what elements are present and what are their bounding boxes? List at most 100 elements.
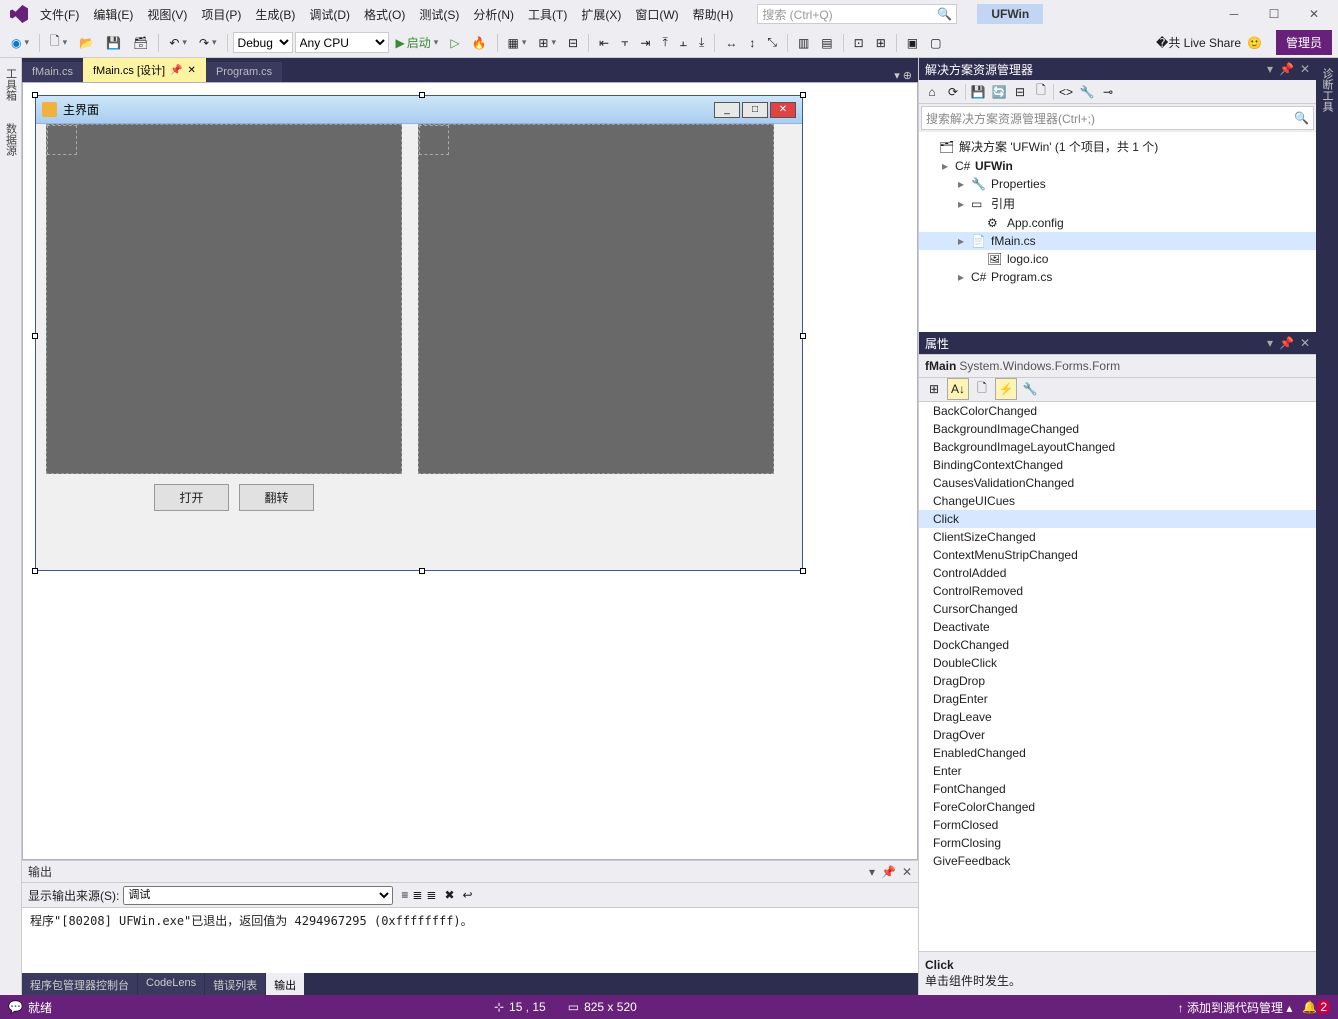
wrap-output-icon[interactable]: ↩ [463,888,473,902]
menu-调试[interactable]: 调试(D) [303,2,356,27]
tree-fMain.cs[interactable]: ▸📄fMain.cs [919,232,1316,250]
minimize-button[interactable]: ─ [1214,2,1254,26]
redo-button[interactable]: ↷▾ [194,33,222,53]
hot-reload-button[interactable]: 🔥 [467,33,492,53]
properties-icon[interactable]: 🗋 [971,378,993,400]
form-designer[interactable]: 主界面 _ □ ✕ 打开 [22,82,918,860]
prop-FormClosed[interactable]: FormClosed [919,816,1316,834]
bottab-CodeLens[interactable]: CodeLens [138,973,205,995]
output-source-select[interactable]: 调试 [123,886,393,905]
bottab-输出[interactable]: 输出 [266,973,305,995]
menu-文件[interactable]: 文件(F) [34,2,85,27]
wrench-icon[interactable]: 🔧 [1078,83,1096,101]
tree-logo.ico[interactable]: 🖼logo.ico [919,250,1316,268]
panel-pin-icon[interactable]: 📌 [1279,336,1294,350]
form-button-open[interactable]: 打开 [154,484,229,511]
close-button[interactable]: ✕ [1294,2,1334,26]
align-center-icon[interactable]: ⫟ [616,32,633,53]
prop-DoubleClick[interactable]: DoubleClick [919,654,1316,672]
show-all-icon[interactable]: 🗋 [1032,83,1050,101]
center-h-icon[interactable]: ⊡ [849,33,869,53]
out-btn1[interactable]: ≡ [401,888,408,902]
prop-DragLeave[interactable]: DragLeave [919,708,1316,726]
tab-fMain.cs[interactable]: fMain.cs [22,62,83,82]
refresh-icon[interactable]: 🔄 [990,83,1008,101]
prop-FontChanged[interactable]: FontChanged [919,780,1316,798]
prop-Deactivate[interactable]: Deactivate [919,618,1316,636]
menu-视图[interactable]: 视图(V) [141,2,193,27]
menu-窗口[interactable]: 窗口(W) [629,2,684,27]
tree-Program.cs[interactable]: ▸C#Program.cs [919,268,1316,286]
space-v-icon[interactable]: ▤ [816,33,837,53]
center-v-icon[interactable]: ⊞ [871,33,891,53]
start-button[interactable]: ▶ 启动▾ [391,31,444,54]
prop-DockChanged[interactable]: DockChanged [919,636,1316,654]
panel-pin-icon[interactable]: 📌 [1279,62,1294,76]
prop-Click[interactable]: Click [919,510,1316,528]
panel-close-icon[interactable]: ✕ [902,865,912,879]
align-bottom-icon[interactable]: ⤓ [694,32,709,53]
prop-BackgroundImageLayoutChanged[interactable]: BackgroundImageLayoutChanged [919,438,1316,456]
platform-select[interactable]: Any CPU [295,32,389,53]
prop-ContextMenuStripChanged[interactable]: ContextMenuStripChanged [919,546,1316,564]
tree-Properties[interactable]: ▸🔧Properties [919,175,1316,193]
save-all-button[interactable]: 🗃 [128,33,153,53]
prop-BindingContextChanged[interactable]: BindingContextChanged [919,456,1316,474]
clear-output-icon[interactable]: ✖ [444,888,454,902]
prop-ChangeUICues[interactable]: ChangeUICues [919,492,1316,510]
form-button-flip[interactable]: 翻转 [239,484,314,511]
prop-ForeColorChanged[interactable]: ForeColorChanged [919,798,1316,816]
prop-FormClosing[interactable]: FormClosing [919,834,1316,852]
form-body[interactable]: 打开 翻转 [36,124,802,570]
bring-front-icon[interactable]: ▣ [902,33,923,53]
start-noDebug-button[interactable]: ▷ [445,33,464,53]
home-icon[interactable]: ⌂ [923,83,941,101]
size-h-icon[interactable]: ↔ [720,33,742,53]
panel-close-icon[interactable]: ✕ [1300,62,1310,76]
panel-dropdown-icon[interactable]: ▾ [869,865,875,879]
menu-扩展[interactable]: 扩展(X) [575,2,627,27]
messages-icon[interactable]: 🔧 [1019,378,1041,400]
notifications-button[interactable]: 🔔2 [1302,1000,1330,1014]
source-control-button[interactable]: ↑ 添加到源代码管理 ▴ [1178,999,1293,1016]
solution-search[interactable]: 搜索解决方案资源管理器(Ctrl+;) 🔍 [921,106,1314,130]
picturebox-1[interactable] [46,124,402,474]
tb-btn1[interactable]: ▦▾ [503,33,532,53]
menu-帮助[interactable]: 帮助(H) [687,2,740,27]
prop-DragDrop[interactable]: DragDrop [919,672,1316,690]
bottab-程序包管理器控制台[interactable]: 程序包管理器控制台 [22,973,138,995]
tab-Program.cs[interactable]: Program.cs [206,62,282,82]
prop-Enter[interactable]: Enter [919,762,1316,780]
panel-pin-icon[interactable]: 📌 [881,865,896,879]
align-top-icon[interactable]: ⤒ [657,32,672,53]
menu-编辑[interactable]: 编辑(E) [87,2,139,27]
sync-icon[interactable]: ⟳ [944,83,962,101]
prop-ControlAdded[interactable]: ControlAdded [919,564,1316,582]
menu-格式[interactable]: 格式(O) [358,2,411,27]
prop-EnabledChanged[interactable]: EnabledChanged [919,744,1316,762]
menu-项目[interactable]: 项目(P) [195,2,247,27]
panel-dropdown-icon[interactable]: ▾ [1267,336,1273,350]
output-text[interactable]: 程序"[80208] UFWin.exe"已退出，返回值为 4294967295… [22,907,918,973]
tb-btn2[interactable]: ⊞▾ [533,33,561,53]
prop-ControlRemoved[interactable]: ControlRemoved [919,582,1316,600]
search-input[interactable]: 搜索 (Ctrl+Q) 🔍 [757,4,957,24]
more-icon[interactable]: ⊸ [1099,83,1117,101]
feedback-icon[interactable]: 🙂 [1247,36,1262,50]
events-icon[interactable]: ⚡ [995,378,1017,400]
config-select[interactable]: Debug [233,32,293,53]
menu-测试[interactable]: 测试(S) [413,2,465,27]
menu-分析[interactable]: 分析(N) [467,2,520,27]
properties-list[interactable]: BackColorChangedBackgroundImageChangedBa… [919,402,1316,951]
panel-close-icon[interactable]: ✕ [1300,336,1310,350]
solution-tree[interactable]: 🗂解决方案 'UFWin' (1 个项目，共 1 个)▸C#UFWin▸🔧Pro… [919,132,1316,332]
property-object[interactable]: fMain System.Windows.Forms.Form [919,355,1316,378]
tb-btn3[interactable]: ⊟ [563,33,583,53]
prop-DragEnter[interactable]: DragEnter [919,690,1316,708]
tree-App.config[interactable]: ⚙App.config [919,214,1316,232]
categorized-icon[interactable]: ⊞ [923,378,945,400]
prop-GiveFeedback[interactable]: GiveFeedback [919,852,1316,870]
code-icon[interactable]: <> [1057,83,1075,101]
collapse-icon[interactable]: ⊟ [1011,83,1029,101]
out-btn3[interactable]: ≣ [426,888,436,902]
